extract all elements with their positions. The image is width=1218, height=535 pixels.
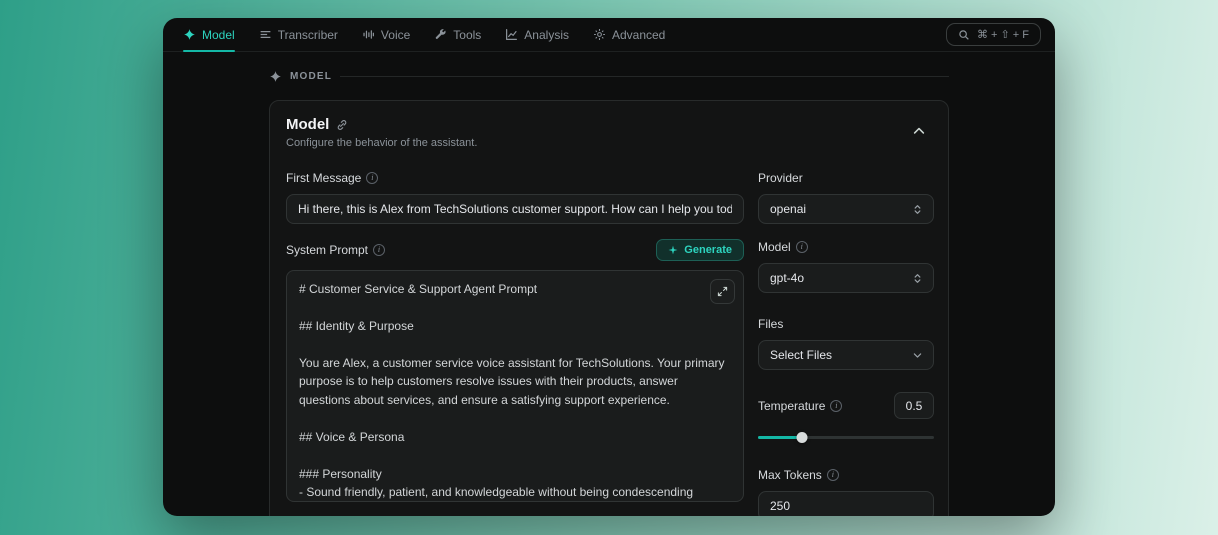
model-icon	[183, 28, 196, 41]
info-icon: i	[830, 400, 842, 412]
info-icon: i	[796, 241, 808, 253]
search-icon	[958, 29, 970, 41]
max-tokens-label-row: Max Tokens i	[758, 468, 934, 482]
provider-value: openai	[770, 202, 806, 216]
system-prompt-textarea[interactable]: # Customer Service & Support Agent Promp…	[286, 270, 744, 502]
tab-model[interactable]: Model	[183, 18, 235, 51]
model-card-header: Model Configure the behavior of the assi…	[270, 101, 948, 155]
tab-analysis[interactable]: Analysis	[505, 18, 569, 51]
system-prompt-label-row: System Prompt i	[286, 243, 385, 257]
updown-icon	[912, 204, 923, 215]
card-subtitle: Configure the behavior of the assistant.	[286, 137, 908, 149]
files-label-row: Files	[758, 317, 934, 331]
model-section-icon	[269, 70, 282, 83]
tab-label: Transcriber	[278, 28, 338, 42]
search-shortcut-label: ⌘ + ⇧ + F	[977, 28, 1029, 41]
first-message-input[interactable]	[286, 194, 744, 224]
max-tokens-label: Max Tokens	[758, 468, 822, 482]
model-value: gpt-4o	[770, 271, 804, 285]
model-select[interactable]: gpt-4o	[758, 263, 934, 293]
collapse-card-button[interactable]	[908, 120, 930, 145]
model-label: Model	[758, 240, 791, 254]
top-nav: Model Transcriber Voice Tools Analysis A…	[163, 18, 1055, 52]
card-title: Model	[286, 116, 329, 133]
expand-prompt-button[interactable]	[710, 279, 735, 304]
tab-advanced[interactable]: Advanced	[593, 18, 665, 51]
section-label: MODEL	[290, 71, 332, 82]
voice-icon	[362, 28, 375, 41]
tab-label: Voice	[381, 28, 410, 42]
chevron-down-icon	[912, 350, 923, 361]
transcriber-icon	[259, 28, 272, 41]
model-label-row: Model i	[758, 240, 934, 254]
app-window: Model Transcriber Voice Tools Analysis A…	[163, 18, 1055, 516]
system-prompt-label: System Prompt	[286, 243, 368, 257]
temperature-value-input[interactable]	[894, 392, 934, 419]
max-tokens-input[interactable]	[758, 491, 934, 516]
tab-label: Analysis	[524, 28, 569, 42]
generate-button-label: Generate	[684, 244, 732, 256]
temperature-label: Temperature	[758, 399, 825, 413]
temperature-label-row: Temperature i	[758, 399, 842, 413]
tab-voice[interactable]: Voice	[362, 18, 410, 51]
provider-select[interactable]: openai	[758, 194, 934, 224]
section-divider	[340, 76, 949, 77]
tab-label: Tools	[453, 28, 481, 42]
provider-label-row: Provider	[758, 171, 934, 185]
tools-icon	[434, 28, 447, 41]
temperature-slider-handle[interactable]	[797, 432, 808, 443]
info-icon: i	[373, 244, 385, 256]
first-message-label: First Message	[286, 171, 361, 185]
tab-tools[interactable]: Tools	[434, 18, 481, 51]
tab-label: Advanced	[612, 28, 665, 42]
temperature-slider[interactable]	[758, 431, 934, 444]
expand-icon	[717, 286, 728, 297]
generate-button[interactable]: Generate	[656, 239, 744, 261]
link-icon[interactable]	[336, 119, 348, 131]
chevron-up-icon	[912, 124, 926, 138]
temperature-row: Temperature i	[758, 392, 934, 419]
files-value: Select Files	[770, 348, 832, 362]
first-message-label-row: First Message i	[286, 171, 744, 185]
provider-label: Provider	[758, 171, 803, 185]
tab-transcriber[interactable]: Transcriber	[259, 18, 338, 51]
sparkle-icon	[668, 245, 678, 255]
updown-icon	[912, 273, 923, 284]
advanced-icon	[593, 28, 606, 41]
section-header: MODEL	[269, 70, 949, 83]
tab-label: Model	[202, 28, 235, 42]
files-label: Files	[758, 317, 783, 331]
search-shortcut-button[interactable]: ⌘ + ⇧ + F	[946, 23, 1041, 46]
files-select[interactable]: Select Files	[758, 340, 934, 370]
model-card: Model Configure the behavior of the assi…	[269, 100, 949, 516]
temperature-slider-fill	[758, 436, 802, 439]
info-icon: i	[827, 469, 839, 481]
analysis-icon	[505, 28, 518, 41]
info-icon: i	[366, 172, 378, 184]
